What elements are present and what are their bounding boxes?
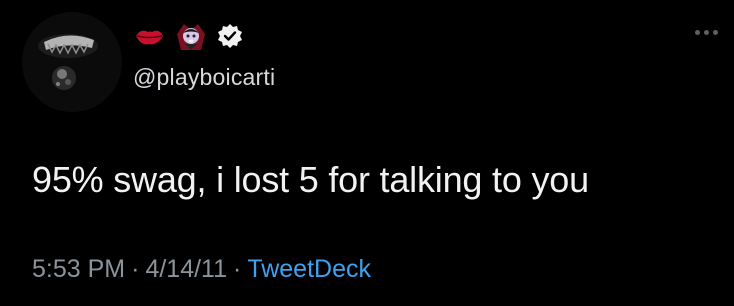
avatar[interactable]	[22, 12, 122, 112]
tweet-card: @playboicarti 95% swag, i lost 5 for tal…	[0, 0, 734, 306]
kiss-mark-icon	[133, 20, 165, 52]
more-options-icon[interactable]	[695, 30, 718, 35]
meta-separator: ·	[131, 255, 140, 283]
tweet-meta: 5:53 PM · 4/14/11 · TweetDeck	[32, 255, 371, 284]
verified-badge-icon	[217, 23, 243, 49]
vampire-icon	[175, 20, 207, 52]
more-dot	[713, 30, 718, 35]
tweet-date[interactable]: 4/14/11	[145, 255, 227, 283]
avatar-image	[22, 12, 122, 112]
more-dot	[695, 30, 700, 35]
more-dot	[704, 30, 709, 35]
tweet-header: @playboicarti	[133, 18, 275, 91]
author-handle[interactable]: @playboicarti	[133, 64, 275, 91]
meta-separator: ·	[233, 255, 242, 283]
tweet-text: 95% swag, i lost 5 for talking to you	[32, 159, 589, 200]
name-row	[133, 18, 275, 54]
tweet-source-link[interactable]: TweetDeck	[247, 255, 371, 283]
tweet-time[interactable]: 5:53 PM	[32, 255, 125, 283]
